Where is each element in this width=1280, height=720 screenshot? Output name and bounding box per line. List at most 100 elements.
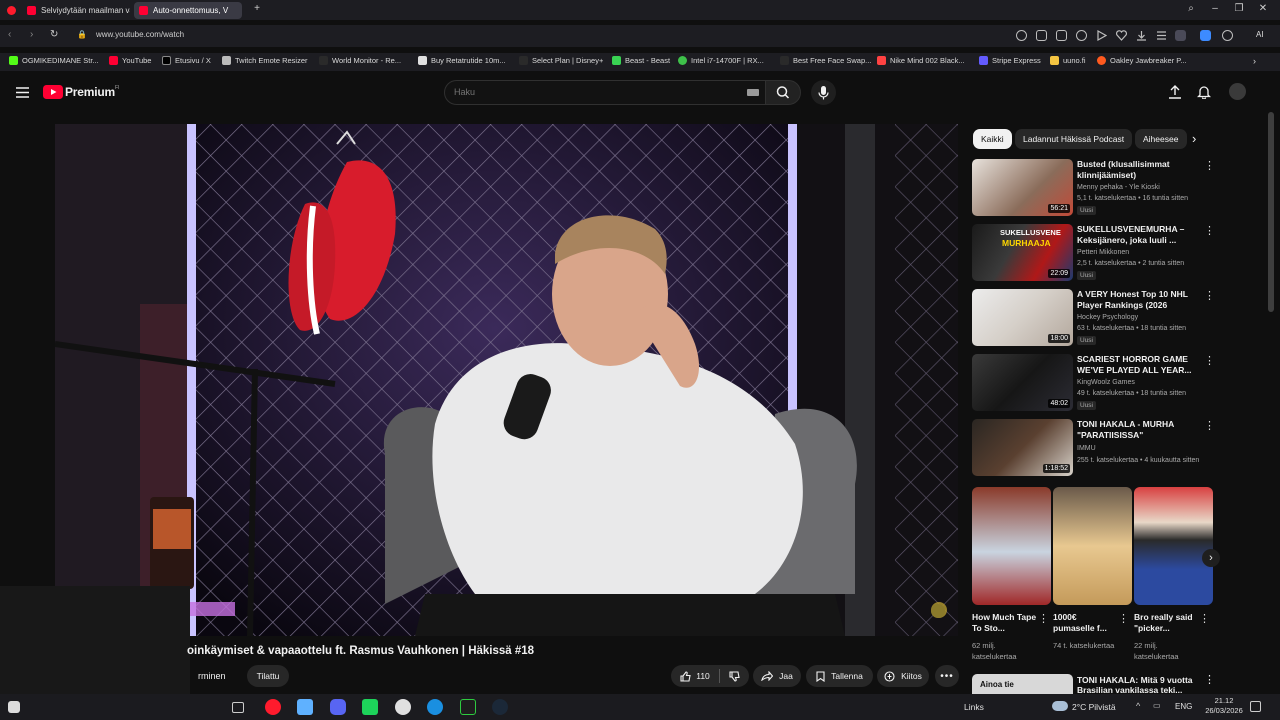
app-taskbar-icon[interactable]	[395, 699, 411, 715]
app-taskbar-icon[interactable]	[362, 699, 378, 715]
notifications-button[interactable]	[1197, 85, 1211, 99]
cube-icon[interactable]	[1222, 30, 1233, 41]
short-thumbnail[interactable]	[1053, 487, 1132, 605]
bookmark-item[interactable]: World Monitor - Re...	[319, 56, 401, 65]
share-button[interactable]: Jaa	[753, 665, 801, 687]
minimize-button[interactable]: –	[1208, 3, 1222, 14]
search-button[interactable]	[765, 80, 801, 105]
new-tab-button[interactable]: +	[250, 3, 264, 14]
bookmark-item[interactable]: Select Plan | Disney+	[519, 56, 603, 65]
recommendation-item[interactable]: SUKELLUSVENE MURHAAJA 22:09 SUKELLUSVENE…	[972, 224, 1215, 282]
bookmark-item[interactable]: uuno.fi	[1050, 56, 1086, 65]
bookmark-item[interactable]: Intel i7-14700F | RX...	[678, 56, 764, 65]
more-options-icon[interactable]: ⋮	[1204, 419, 1215, 432]
more-options-icon[interactable]: ⋮	[1199, 612, 1210, 625]
subscribed-button[interactable]: Tilattu	[247, 665, 289, 687]
bookmark-item[interactable]: Beast - Beast	[612, 56, 670, 65]
page-scrollbar[interactable]	[1268, 112, 1274, 312]
more-options-icon[interactable]: ⋮	[1204, 354, 1215, 367]
short-title[interactable]: 1000€ pumaselle f...	[1053, 612, 1119, 634]
like-button[interactable]: 110	[680, 670, 710, 682]
hamburger-menu-icon[interactable]	[16, 87, 29, 98]
more-options-icon[interactable]: ⋮	[1118, 612, 1129, 625]
bookmark-item[interactable]: Etusivu / X	[162, 56, 211, 65]
search-icon[interactable]	[1016, 30, 1027, 41]
maximize-button[interactable]: ❐	[1232, 3, 1246, 14]
chevron-right-icon[interactable]: ›	[1192, 131, 1196, 146]
thanks-button[interactable]: Kiitos	[877, 665, 929, 687]
short-thumbnail[interactable]	[1134, 487, 1213, 605]
upload-button[interactable]	[1168, 85, 1182, 99]
more-actions-button[interactable]: •••	[935, 665, 959, 687]
network-icon[interactable]: ▭	[1153, 701, 1161, 710]
save-button[interactable]: Tallenna	[806, 665, 873, 687]
edge-icon[interactable]	[427, 699, 443, 715]
voice-search-button[interactable]	[811, 80, 836, 105]
bookmarks-more-icon[interactable]: ›	[1253, 56, 1256, 66]
more-options-icon[interactable]: ⋮	[1204, 673, 1215, 686]
profile-icon[interactable]	[1175, 30, 1186, 41]
rec-title[interactable]: TONI HAKALA: Mitä 9 vuotta Brasilian van…	[1077, 675, 1195, 694]
search-input[interactable]	[454, 87, 734, 97]
player-icon[interactable]	[1096, 30, 1107, 41]
url-field[interactable]: www.youtube.com/watch	[96, 30, 184, 39]
bookmark-item[interactable]: YouTube	[109, 56, 151, 65]
video-player[interactable]	[55, 124, 958, 636]
back-icon[interactable]: ‹	[8, 29, 11, 40]
channel-name[interactable]: rminen	[198, 671, 226, 681]
bookmark-item[interactable]: Buy Retatrutide 10m...	[418, 56, 506, 65]
opera-taskbar-icon[interactable]	[265, 699, 281, 715]
app-taskbar-icon[interactable]	[297, 699, 313, 715]
heart-icon[interactable]	[1116, 30, 1127, 41]
tab-1[interactable]: Selviydytään maailman va	[22, 2, 130, 19]
chip-related[interactable]: Aiheesee	[1135, 129, 1187, 149]
menu-icon[interactable]	[1156, 30, 1167, 41]
edit-icon[interactable]	[1036, 30, 1047, 41]
opera-menu-button[interactable]	[2, 2, 20, 19]
avatar[interactable]	[1229, 83, 1246, 100]
chip-all[interactable]: Kaikki	[973, 129, 1012, 149]
more-options-icon[interactable]: ⋮	[1204, 224, 1215, 237]
download-icon[interactable]	[1136, 30, 1147, 41]
chip-channel[interactable]: Ladannut Häkissä Podcast	[1015, 129, 1133, 149]
clock[interactable]: 21.12 26/03/2026	[1204, 696, 1244, 716]
weather-widget[interactable]: 2°C Pilvistä	[1072, 702, 1116, 712]
ai-button[interactable]: AI	[1244, 30, 1274, 42]
short-thumbnail[interactable]	[972, 487, 1051, 605]
recommendation-item[interactable]: 48:02 SCARIEST HORROR GAME WE'VE PLAYED …	[972, 354, 1215, 412]
video-thumbnail[interactable]: Ainoa tie	[972, 674, 1073, 694]
extension-icon[interactable]	[1200, 30, 1211, 41]
channel-watermark-icon[interactable]	[931, 604, 945, 618]
bookmark-item[interactable]: Nike Mind 002 Black...	[877, 56, 965, 65]
youtube-premium-logo[interactable]: Premium FI	[43, 85, 119, 99]
close-window-button[interactable]: ✕	[1256, 3, 1270, 14]
windows-start-icon[interactable]	[8, 701, 20, 713]
task-view-icon[interactable]	[232, 702, 244, 713]
dislike-button[interactable]	[729, 670, 740, 682]
short-title[interactable]: Bro really said "picker...	[1134, 612, 1200, 634]
recommendation-item[interactable]: 1:18:52 TONI HAKALA - MURHA "PARATIISISS…	[972, 419, 1215, 477]
vpn-icon[interactable]	[1076, 30, 1087, 41]
bookmark-item[interactable]: Twitch Emote Resizer	[222, 56, 308, 65]
app-taskbar-icon[interactable]	[460, 699, 476, 715]
camera-icon[interactable]	[1056, 30, 1067, 41]
bookmark-item[interactable]: OGMIKEDIMANE Str...	[9, 56, 99, 65]
tab-2[interactable]: Auto-onnettomuus, V	[134, 2, 242, 19]
recommendation-item[interactable]: 18:00 A VERY Honest Top 10 NHL Player Ra…	[972, 289, 1215, 347]
more-options-icon[interactable]: ⋮	[1038, 612, 1049, 625]
bookmark-item[interactable]: Stripe Express	[979, 56, 1041, 65]
search-tabs-icon[interactable]: ⌕	[1184, 3, 1198, 14]
steam-icon[interactable]	[492, 699, 508, 715]
notification-center-icon[interactable]	[1250, 701, 1261, 712]
language-indicator[interactable]: ENG	[1175, 702, 1192, 711]
bookmark-item[interactable]: Best Free Face Swap...	[780, 56, 871, 65]
bookmark-item[interactable]: Oakley Jawbreaker P...	[1097, 56, 1187, 65]
more-options-icon[interactable]: ⋮	[1204, 159, 1215, 172]
short-title[interactable]: How Much Tape To Sto...	[972, 612, 1038, 634]
chevron-up-icon[interactable]: ^	[1136, 701, 1140, 711]
discord-icon[interactable]	[330, 699, 346, 715]
more-options-icon[interactable]: ⋮	[1204, 289, 1215, 302]
shorts-next-button[interactable]: ›	[1202, 549, 1220, 567]
links-toolbar[interactable]: Links	[964, 702, 984, 712]
keyboard-icon[interactable]	[747, 89, 759, 96]
